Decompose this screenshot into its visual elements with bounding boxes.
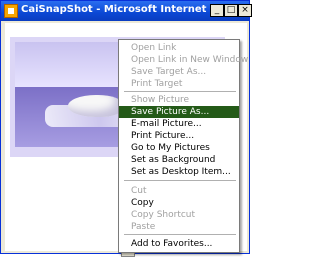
menu-separator [124,91,236,92]
menu-print-target[interactable]: Print Target [119,78,239,90]
menu-set-as-background[interactable]: Set as Background [119,154,239,166]
menu-separator [124,234,236,235]
menu-open-link[interactable]: Open Link [119,42,239,54]
minimize-button[interactable]: _ [210,4,224,17]
menu-add-to-favorites[interactable]: Add to Favorites... [119,238,239,250]
menu-save-target[interactable]: Save Target As... [119,66,239,78]
menu-show-picture[interactable]: Show Picture [119,94,239,106]
menu-email-picture[interactable]: E-mail Picture... [119,118,239,130]
menu-cut[interactable]: Cut [119,185,239,197]
menu-print-picture[interactable]: Print Picture... [119,130,239,142]
ie-icon [4,4,18,18]
menu-go-to-my-pictures[interactable]: Go to My Pictures [119,142,239,154]
menu-open-link-new-window[interactable]: Open Link in New Window [119,54,248,66]
menu-separator [124,180,236,181]
ie-window: CaiSnapShot - Microsoft Internet Explore… [0,0,257,257]
window-titlebar[interactable]: CaiSnapShot - Microsoft Internet Explore… [1,1,257,21]
menu-save-picture-as[interactable]: Save Picture As... [119,106,239,118]
menu-paste[interactable]: Paste [119,221,239,233]
menu-set-as-desktop-item[interactable]: Set as Desktop Item... [119,166,239,178]
close-button[interactable]: × [238,4,252,17]
menu-copy-shortcut[interactable]: Copy Shortcut [119,209,239,221]
dog-shape [68,95,123,117]
context-menu: Open Link Open Link in New Window Save T… [118,39,248,253]
menu-copy[interactable]: Copy [119,197,239,209]
maximize-button[interactable]: □ [224,4,238,17]
